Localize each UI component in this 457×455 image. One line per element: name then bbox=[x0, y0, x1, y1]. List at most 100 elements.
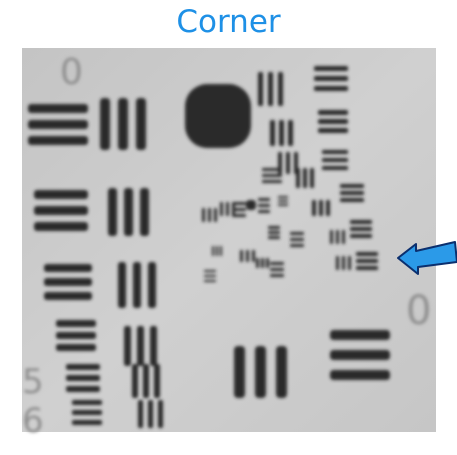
bottom-vgroup-bar-1 bbox=[234, 346, 245, 398]
right-hgroup-4-bar-3 bbox=[340, 198, 364, 202]
left-vgroup-1-bar-1 bbox=[100, 98, 110, 150]
digit-five: 5 bbox=[22, 362, 44, 402]
left-hgroup-3-bar-3 bbox=[44, 292, 92, 300]
right-hgroup-7-bar-3 bbox=[262, 180, 282, 183]
right-hgroup-4-bar-1 bbox=[340, 184, 364, 188]
left-hgroup-4-bar-2 bbox=[56, 332, 96, 339]
right-vgroup-4-bar-1 bbox=[296, 168, 300, 188]
bottom-vgroup-bar-2 bbox=[255, 346, 266, 398]
right-hgroup-8-bar-3 bbox=[290, 244, 304, 247]
right-vgroup-1-bar-1 bbox=[258, 72, 263, 106]
right-hgroup-3-bar-3 bbox=[322, 166, 348, 170]
right-hgroup-7-bar-1 bbox=[262, 168, 282, 171]
left-vgroup-3-bar-1 bbox=[118, 262, 126, 308]
right-hgroup-5-bar-3 bbox=[350, 234, 372, 238]
center-hgroup-5-bar-2 bbox=[204, 275, 216, 277]
digit-six: 6 bbox=[22, 401, 44, 441]
right-hgroup-1-bar-1 bbox=[314, 66, 348, 71]
left-vgroup-6-bar-1 bbox=[138, 400, 143, 428]
center-vgroup-3-bar-1 bbox=[240, 250, 243, 262]
left-hgroup-5-bar-2 bbox=[66, 375, 100, 381]
right-vgroup-1-bar-2 bbox=[268, 72, 273, 106]
right-vgroup-5-bar-2 bbox=[319, 200, 323, 216]
right-hgroup-6-bar-2 bbox=[356, 259, 378, 263]
center-hgroup-2-bar-2 bbox=[258, 204, 270, 207]
center-hgroup-2-bar-1 bbox=[258, 198, 270, 201]
right-vgroup-3-bar-2 bbox=[286, 152, 290, 174]
center-hgroup-4-bar-3 bbox=[270, 274, 284, 277]
left-hgroup-2-bar-1 bbox=[34, 190, 88, 199]
left-hgroup-2-bar-3 bbox=[34, 222, 88, 231]
large-square bbox=[185, 84, 251, 148]
center-hgroup-4-bar-1 bbox=[270, 262, 284, 265]
left-hgroup-2-bar-2 bbox=[34, 206, 88, 215]
left-vgroup-5-bar-1 bbox=[132, 364, 138, 398]
left-hgroup-5-bar-3 bbox=[66, 386, 100, 392]
center-vgroup-1-bar-3 bbox=[214, 208, 217, 222]
center-hgroup-1-bar-3 bbox=[232, 214, 246, 217]
left-hgroup-6-bar-1 bbox=[72, 400, 102, 405]
left-hgroup-1-bar-3 bbox=[28, 136, 88, 145]
left-hgroup-3-bar-2 bbox=[44, 278, 92, 286]
right-vgroup-4-bar-2 bbox=[303, 168, 307, 188]
digit-zero-top: 0 bbox=[60, 52, 83, 93]
right-vgroup-7-bar-3 bbox=[348, 256, 351, 270]
left-vgroup-1-bar-2 bbox=[118, 98, 128, 150]
center-hgroup-3-bar-2 bbox=[268, 231, 280, 234]
left-vgroup-5-bar-2 bbox=[143, 364, 149, 398]
right-vgroup-6-bar-3 bbox=[342, 230, 345, 244]
right-hgroup-1-bar-3 bbox=[314, 86, 348, 91]
right-vgroup-2-bar-2 bbox=[279, 120, 284, 146]
center-vgroup-4-bar-2 bbox=[261, 258, 264, 268]
right-hgroup-5-bar-2 bbox=[350, 227, 372, 231]
center-vgroup-4-bar-1 bbox=[256, 258, 259, 268]
left-hgroup-4-bar-3 bbox=[56, 344, 96, 351]
right-hgroup-8-bar-1 bbox=[290, 232, 304, 235]
center-vgroup-3-bar-2 bbox=[246, 250, 249, 262]
left-hgroup-1-bar-1 bbox=[28, 104, 88, 113]
right-hgroup-1-bar-2 bbox=[314, 76, 348, 81]
right-hgroup-7-bar-2 bbox=[262, 174, 282, 177]
left-vgroup-3-bar-2 bbox=[133, 262, 141, 308]
center-vgroup-4-bar-3 bbox=[266, 258, 269, 268]
right-hgroup-4-bar-2 bbox=[340, 191, 364, 195]
center-hgroup-4-bar-2 bbox=[270, 268, 284, 271]
left-vgroup-1-bar-3 bbox=[136, 98, 146, 150]
right-hgroup-3-bar-2 bbox=[322, 158, 348, 162]
left-vgroup-2-bar-1 bbox=[108, 188, 117, 236]
right-hgroup-5-bar-1 bbox=[350, 220, 372, 224]
right-vgroup-1-bar-3 bbox=[278, 72, 283, 106]
left-hgroup-3-bar-1 bbox=[44, 264, 92, 272]
center-vgroup-2-bar-2 bbox=[226, 202, 229, 216]
right-hgroup-8-bar-2 bbox=[290, 238, 304, 241]
center-vgroup-3-bar-3 bbox=[252, 250, 255, 262]
left-hgroup-5-bar-1 bbox=[66, 364, 100, 370]
center-vgroup-5-bar-2 bbox=[216, 246, 218, 256]
left-vgroup-5-bar-3 bbox=[154, 364, 160, 398]
center-hgroup-5-bar-1 bbox=[204, 270, 216, 272]
left-vgroup-4-bar-1 bbox=[124, 326, 131, 366]
center-hgroup-3-bar-3 bbox=[268, 236, 280, 239]
left-hgroup-6-bar-2 bbox=[72, 410, 102, 415]
left-vgroup-4-bar-2 bbox=[137, 326, 144, 366]
right-hgroup-6-bar-3 bbox=[356, 266, 378, 270]
center-hgroup-6-bar-2 bbox=[278, 200, 288, 202]
right-vgroup-2-bar-3 bbox=[288, 120, 293, 146]
center-vgroup-5-bar-1 bbox=[212, 246, 214, 256]
right-vgroup-5-bar-1 bbox=[312, 200, 316, 216]
right-vgroup-4-bar-3 bbox=[310, 168, 314, 188]
center-hgroup-6-bar-1 bbox=[278, 196, 288, 198]
right-hgroup-2-bar-2 bbox=[318, 119, 348, 124]
center-hgroup-6-bar-3 bbox=[278, 204, 288, 206]
bottom-hgroup-bar-3 bbox=[330, 370, 390, 380]
right-hgroup-3-bar-1 bbox=[322, 150, 348, 154]
digit-zero-right: 0 bbox=[406, 288, 431, 334]
left-vgroup-2-bar-2 bbox=[124, 188, 133, 236]
center-hgroup-1-bar-2 bbox=[232, 208, 246, 211]
bottom-hgroup-bar-2 bbox=[330, 350, 390, 360]
left-vgroup-2-bar-3 bbox=[140, 188, 149, 236]
bottom-hgroup-bar-1 bbox=[330, 330, 390, 340]
left-hgroup-4-bar-1 bbox=[56, 320, 96, 327]
left-vgroup-6-bar-2 bbox=[148, 400, 153, 428]
right-vgroup-6-bar-2 bbox=[336, 230, 339, 244]
